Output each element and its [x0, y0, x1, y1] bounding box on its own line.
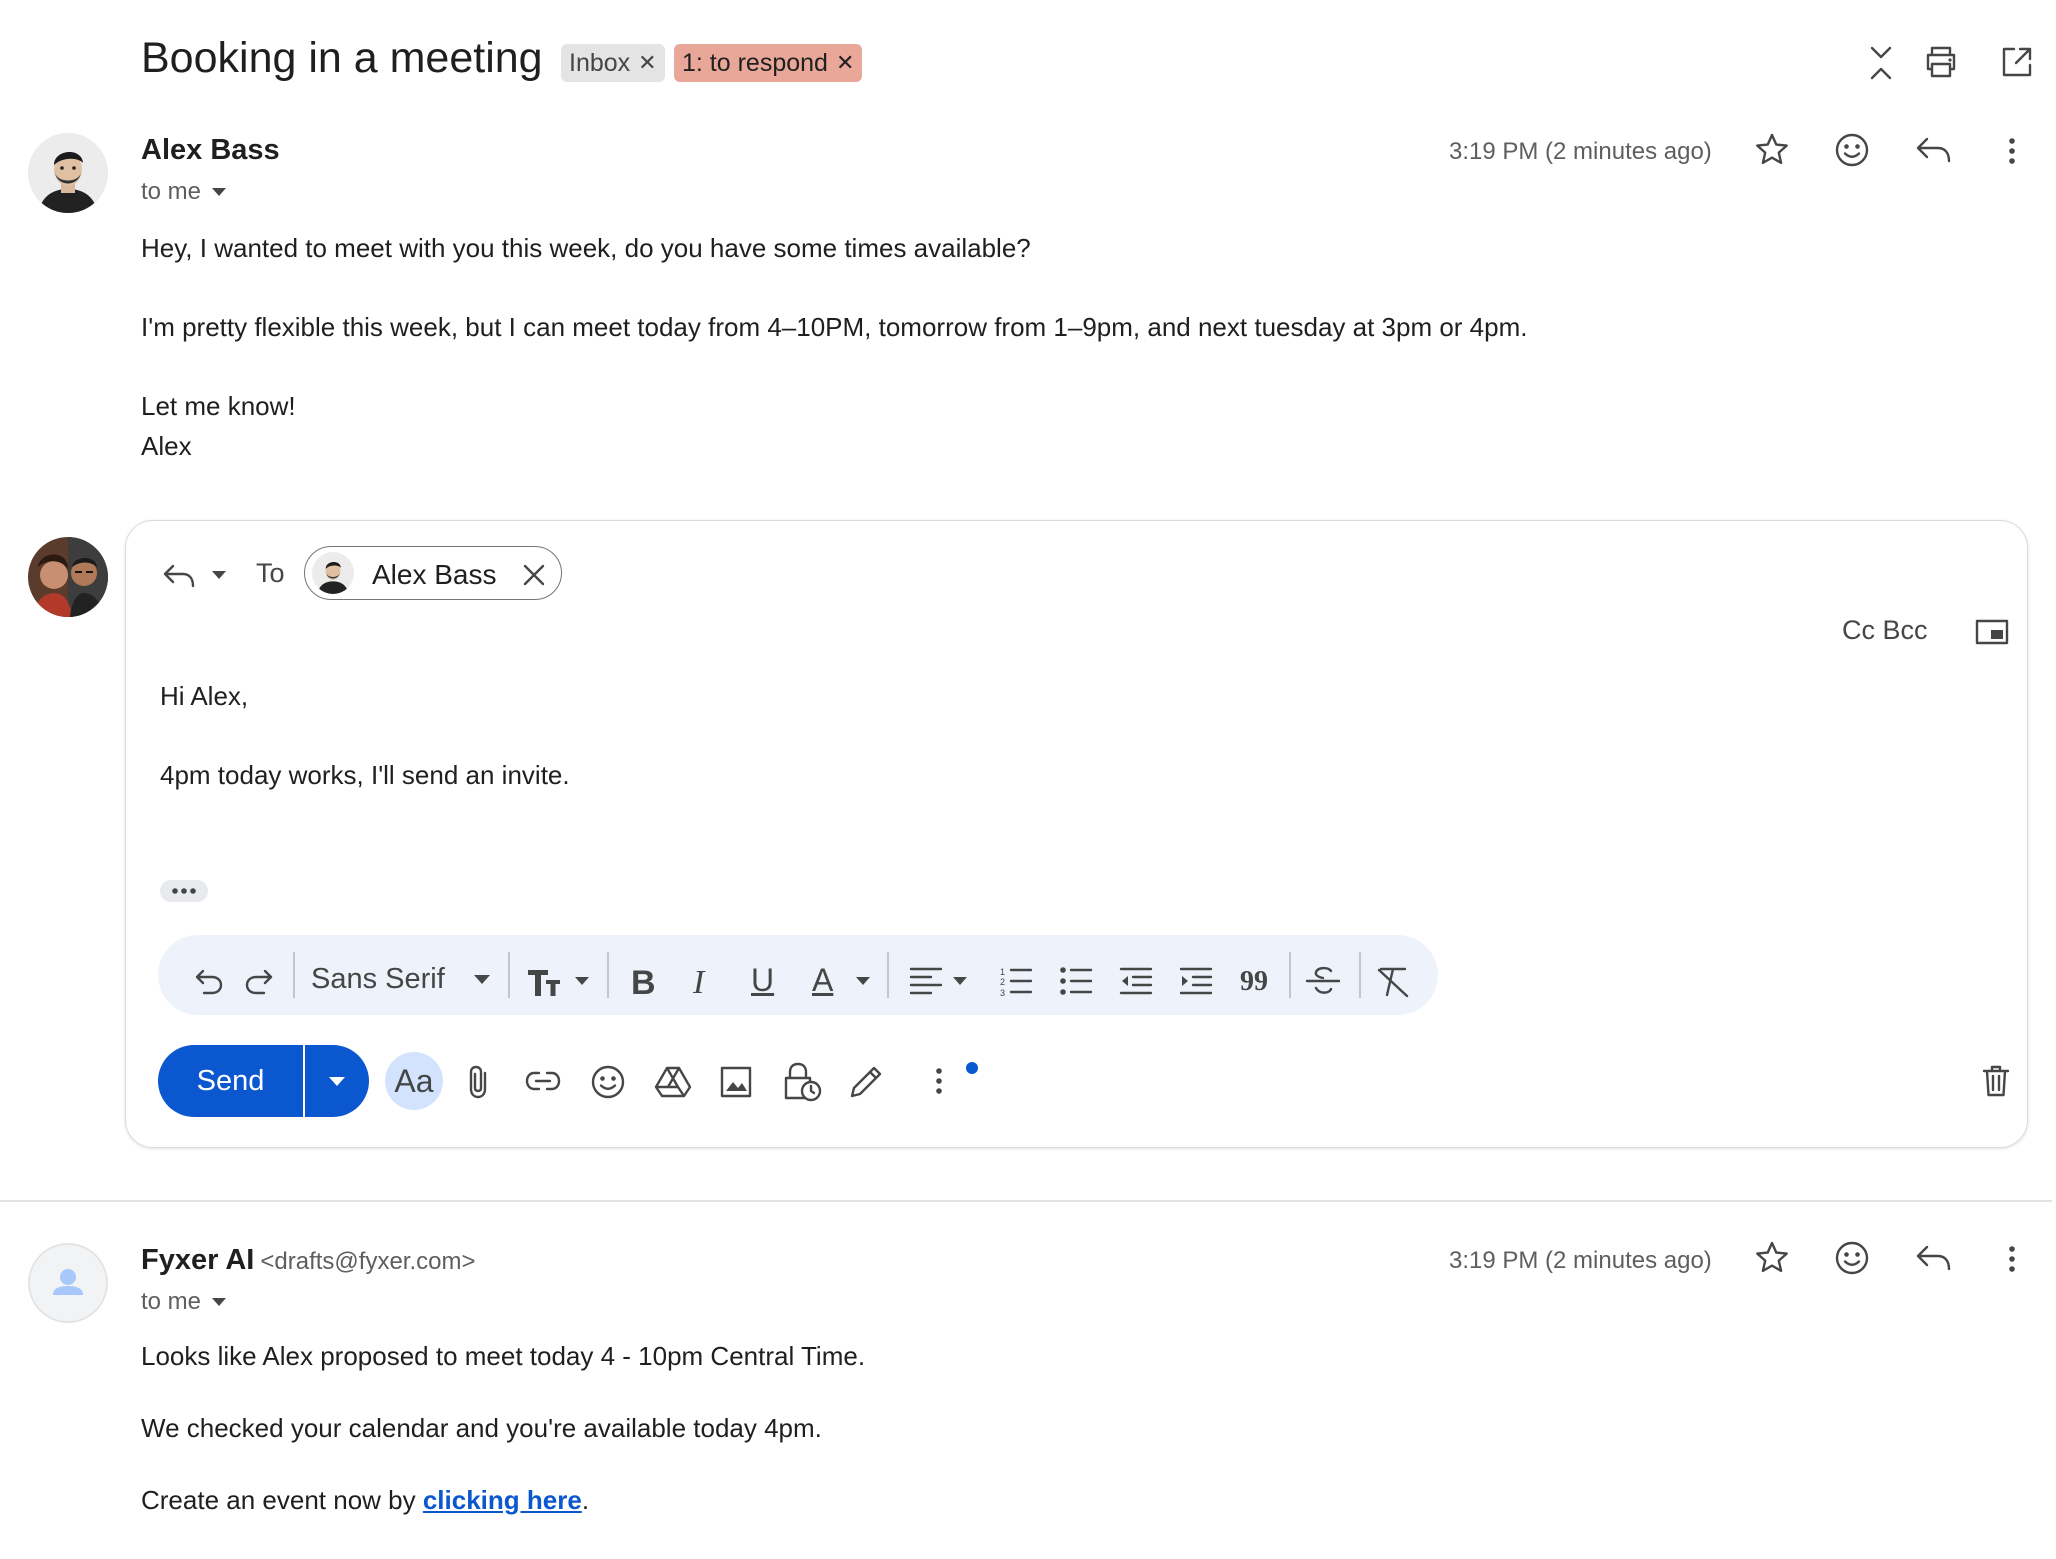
text-color-icon[interactable]: A: [812, 962, 833, 999]
collapse-all-icon[interactable]: [1866, 44, 1896, 82]
caret-down-icon: [212, 1298, 227, 1306]
attach-file-icon[interactable]: [466, 1064, 492, 1100]
message-body-line: Alex: [141, 431, 192, 461]
text-color-dropdown-icon[interactable]: [855, 976, 871, 986]
recipient-name: Alex Bass: [372, 559, 497, 590]
sender-email: <drafts@fyxer.com>: [260, 1248, 476, 1275]
label-chip-inbox[interactable]: Inbox ✕: [561, 44, 665, 82]
discard-draft-icon[interactable]: [1981, 1064, 2011, 1098]
more-options-icon[interactable]: [2006, 136, 2018, 166]
star-icon[interactable]: [1754, 1240, 1790, 1276]
underline-icon[interactable]: U: [751, 962, 774, 999]
reply-body-line[interactable]: Hi Alex,: [160, 681, 248, 712]
insert-link-icon[interactable]: [525, 1068, 561, 1094]
reply-icon[interactable]: [1914, 1243, 1952, 1273]
numbered-list-icon[interactable]: 123: [999, 966, 1033, 996]
message-body-line: Let me know!: [141, 391, 296, 421]
notification-dot: [966, 1062, 978, 1074]
font-size-icon[interactable]: [526, 964, 566, 998]
reply-type-dropdown-icon[interactable]: [211, 570, 227, 580]
formatting-options-label: Aa: [394, 1062, 434, 1099]
bulleted-list-icon[interactable]: [1059, 966, 1093, 996]
to-me-text: to me: [141, 178, 202, 205]
font-size-dropdown-icon[interactable]: [574, 976, 590, 986]
italic-icon[interactable]: I: [693, 964, 704, 1002]
svg-text:3: 3: [1000, 988, 1005, 996]
align-dropdown-icon[interactable]: [952, 976, 968, 986]
more-options-icon[interactable]: [2006, 1244, 2018, 1274]
to-label[interactable]: To: [256, 558, 285, 589]
recipient-avatar: [312, 552, 354, 594]
toolbar-divider: [1359, 952, 1361, 998]
toolbar-divider: [607, 952, 609, 998]
message-timestamp: 3:19 PM (2 minutes ago): [1449, 1247, 1712, 1274]
label-chip-to-respond[interactable]: 1: to respond ✕: [674, 44, 863, 82]
add-reaction-icon[interactable]: [1834, 1240, 1870, 1276]
bold-icon[interactable]: B: [631, 964, 656, 1003]
font-dropdown-icon[interactable]: [473, 974, 491, 985]
toolbar-divider: [508, 952, 510, 998]
remove-label-icon[interactable]: ✕: [836, 44, 854, 82]
thread-subject: Booking in a meeting: [141, 34, 543, 82]
toolbar-divider: [887, 952, 889, 998]
cc-bcc-button[interactable]: Cc Bcc: [1842, 615, 1928, 646]
svg-text:2: 2: [1000, 977, 1005, 987]
message-timestamp: 3:19 PM (2 minutes ago): [1449, 138, 1712, 165]
sender-line[interactable]: Fyxer AI <drafts@fyxer.com>: [141, 1244, 475, 1277]
undo-icon[interactable]: [194, 967, 224, 995]
redo-icon[interactable]: [244, 967, 274, 995]
toolbar-divider: [1289, 952, 1291, 998]
insert-emoji-icon[interactable]: [590, 1064, 626, 1100]
label-text: Inbox: [569, 49, 631, 77]
indent-less-icon[interactable]: [1119, 966, 1153, 996]
remove-formatting-icon[interactable]: [1375, 964, 1411, 998]
reply-icon[interactable]: [1914, 135, 1952, 165]
message-divider: [0, 1200, 2052, 1202]
recipient-details-toggle[interactable]: to me: [141, 1288, 227, 1316]
my-avatar[interactable]: [28, 537, 108, 617]
sender-name: Fyxer AI: [141, 1244, 255, 1276]
quote-icon[interactable]: 99: [1240, 966, 1268, 998]
cta-suffix: .: [581, 1485, 590, 1515]
print-icon[interactable]: [1923, 45, 1959, 79]
confidential-mode-icon[interactable]: [782, 1060, 822, 1102]
more-options-icon[interactable]: [933, 1066, 945, 1096]
cta-prefix: Create an event now by: [141, 1485, 423, 1515]
add-reaction-icon[interactable]: [1834, 132, 1870, 168]
message-body-line: Hey, I wanted to meet with you this week…: [141, 233, 1031, 263]
call-to-action-line: Create an event now by clicking here.: [141, 1485, 589, 1516]
sender-avatar[interactable]: [28, 1243, 108, 1323]
message-body-line: We checked your calendar and you're avai…: [141, 1413, 822, 1443]
label-text: 1: to respond: [682, 49, 828, 77]
caret-down-icon: [329, 1077, 345, 1086]
toolbar-divider: [293, 952, 295, 998]
remove-recipient-icon[interactable]: [522, 563, 546, 587]
create-event-link[interactable]: clicking here: [423, 1485, 582, 1515]
caret-down-icon: [212, 188, 227, 196]
send-label: Send: [196, 1064, 265, 1097]
sender-avatar[interactable]: [28, 133, 108, 213]
insert-drive-file-icon[interactable]: [654, 1065, 692, 1099]
remove-label-icon[interactable]: ✕: [638, 44, 656, 82]
recipient-details-toggle[interactable]: to me: [141, 178, 227, 206]
sender-name[interactable]: Alex Bass: [141, 134, 280, 167]
to-me-text: to me: [141, 1288, 202, 1315]
insert-photo-icon[interactable]: [719, 1065, 753, 1099]
message-body-line: Looks like Alex proposed to meet today 4…: [141, 1341, 866, 1371]
strikethrough-icon[interactable]: [1305, 964, 1341, 998]
reply-body-line[interactable]: 4pm today works, I'll send an invite.: [160, 760, 570, 791]
indent-more-icon[interactable]: [1179, 966, 1213, 996]
font-family-select[interactable]: Sans Serif: [311, 963, 445, 996]
align-icon[interactable]: [909, 966, 943, 996]
star-icon[interactable]: [1754, 132, 1790, 168]
show-trimmed-content-button[interactable]: [160, 880, 208, 902]
formatting-options-button[interactable]: Aa: [385, 1052, 443, 1110]
message-body-line: I'm pretty flexible this week, but I can…: [141, 312, 1528, 342]
reply-type-icon[interactable]: [162, 563, 196, 589]
send-button[interactable]: Send: [158, 1045, 303, 1117]
insert-signature-icon[interactable]: [848, 1064, 884, 1100]
pop-out-reply-icon[interactable]: [1975, 618, 2009, 646]
svg-text:1: 1: [1000, 967, 1005, 977]
open-in-new-window-icon[interactable]: [2000, 45, 2034, 79]
